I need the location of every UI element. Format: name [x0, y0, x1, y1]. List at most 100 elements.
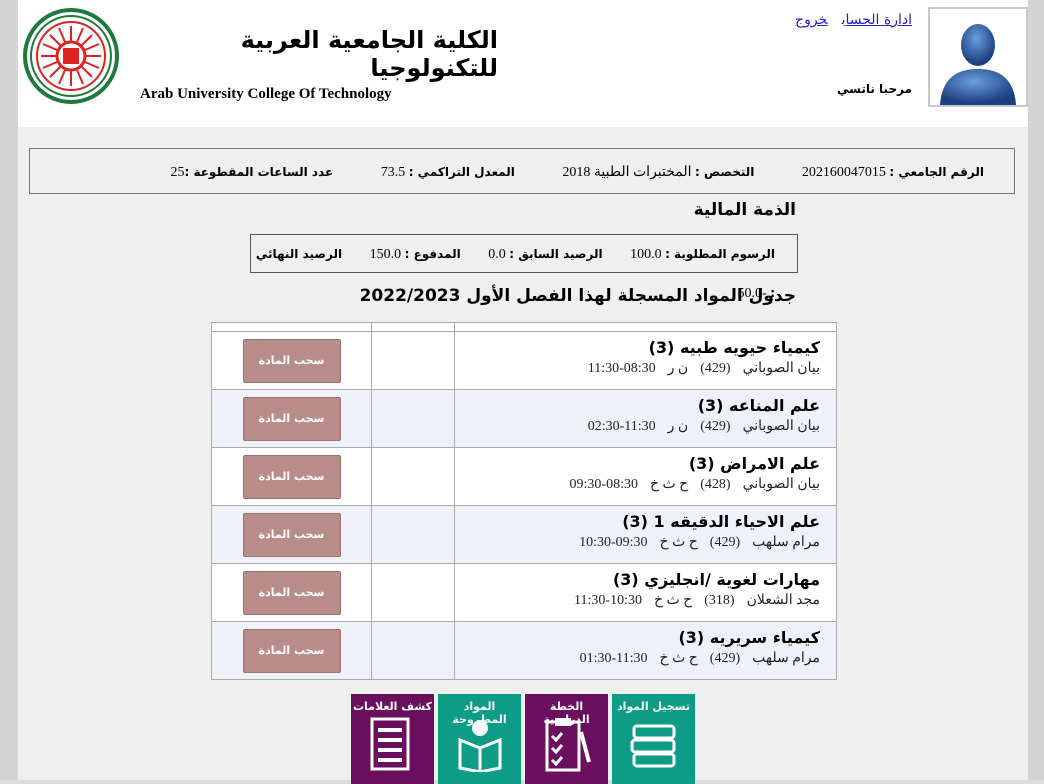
course-time: 11:30-01:30 — [579, 651, 648, 666]
course-days: ن ر — [667, 419, 689, 434]
drop-course-button[interactable]: سحب المادة — [242, 454, 341, 499]
course-info-cell: كيمياء حيويه طبيه (3) بيان الصوباني (429) ن… — [455, 332, 836, 389]
finance-box: الرسوم المطلوبة : 100.0 الرصيد السابق : … — [250, 234, 798, 301]
course-registration-tile[interactable]: تسجيل المواد — [612, 694, 695, 784]
avatar — [928, 7, 1028, 107]
tile-label: تسجيل المواد — [617, 700, 690, 713]
course-info-cell: كيمياء سريريه (3) مرام سلهب (429) ح ث خ 11:3… — [455, 622, 836, 679]
drop-course-button[interactable]: سحب المادة — [242, 512, 341, 557]
course-details: مرام سلهب (429) ح ث خ 09:30-10:30 — [455, 533, 820, 553]
window-frame-left — [0, 0, 18, 780]
course-room: (428) — [700, 477, 731, 492]
header: الكلية الجامعية العربية للتكنولوجيا Arab… — [18, 0, 1028, 127]
course-details: بيان الصوباني (429) ن ر 11:30-02:30 — [455, 417, 820, 437]
course-credits: (3) — [612, 570, 639, 589]
drop-course-button[interactable]: سحب المادة — [242, 628, 341, 673]
user-avatar-icon — [940, 24, 1016, 105]
course-details: بيان الصوباني (429) ن ر 08:30-11:30 — [455, 359, 820, 379]
course-credits: (3) — [697, 396, 724, 415]
course-info-cell: علم الامراض (3) بيان الصوباني (428) ح ث خ 08… — [455, 448, 836, 505]
tile-label: كشف العلامات — [353, 700, 432, 713]
study-plan-tile[interactable]: الخطة الدراسية — [525, 694, 608, 784]
course-name-line: علم المناعه (3) — [455, 395, 820, 417]
table-row: سحب المادة مهارات لغوية /انجليزي (3) مجد ا… — [212, 564, 836, 622]
fees-label: الرسوم المطلوبة : — [665, 247, 775, 261]
book-reader-icon — [458, 720, 502, 772]
manage-account-link[interactable]: ادارة الحساب — [842, 12, 912, 28]
table-row: سحب المادة علم المناعه (3) بيان الصوباني (4… — [212, 390, 836, 448]
course-name: مهارات لغوية /انجليزي — [644, 570, 820, 589]
drop-cell: سحب المادة — [212, 332, 372, 389]
books-stack-icon — [630, 724, 676, 768]
course-name: علم المناعه — [729, 396, 820, 415]
course-instructor: بيان الصوباني — [742, 361, 820, 376]
grades-report-tile[interactable]: كشف العلامات — [351, 694, 434, 784]
student-id-label: الرقم الجامعي : — [889, 165, 984, 179]
course-instructor: مرام سلهب — [752, 651, 820, 666]
course-time: 10:30-11:30 — [574, 593, 642, 608]
quick-tiles: كشف العلامات المواد المطروحة الخطة الدرا… — [351, 694, 695, 784]
empty-cell — [372, 390, 455, 447]
page: الكلية الجامعية العربية للتكنولوجيا Arab… — [18, 0, 1028, 784]
course-credits: (3) — [648, 338, 675, 357]
course-instructor: مجد الشعلان — [746, 593, 820, 608]
schedule-table: سحب المادة كيمياء حيويه طبيه (3) بيان الصو… — [211, 322, 837, 680]
drop-course-button[interactable]: سحب المادة — [242, 570, 341, 615]
course-name-line: علم الامراض (3) — [455, 453, 820, 475]
gpa-value: 73.5 — [380, 165, 406, 180]
course-time: 11:30-02:30 — [587, 419, 656, 434]
drop-course-button[interactable]: سحب المادة — [242, 396, 341, 441]
college-logo-icon — [22, 6, 120, 106]
course-days: ح ث خ — [659, 535, 698, 550]
table-row: سحب المادة كيمياء سريريه (3) مرام سلهب (429… — [212, 622, 836, 679]
welcome-text: مرحبا ناتسي — [837, 82, 912, 96]
offered-courses-tile[interactable]: المواد المطروحة — [438, 694, 521, 784]
logout-link[interactable]: خروج — [795, 12, 828, 28]
hours-label: عدد الساعات المقطوعة : — [184, 165, 334, 179]
course-name: علم الامراض — [720, 454, 820, 473]
empty-cell — [372, 506, 455, 563]
table-row: سحب المادة علم الامراض (3) بيان الصوباني (4… — [212, 448, 836, 506]
report-icon — [370, 717, 410, 771]
paid-label: المدفوع : — [404, 247, 461, 261]
course-name-line: مهارات لغوية /انجليزي (3) — [455, 569, 820, 591]
course-days: ح ث خ — [653, 593, 693, 608]
college-title-english: Arab University College Of Technology — [140, 86, 392, 102]
paid-value: 150.0 — [369, 247, 402, 262]
course-time: 09:30-10:30 — [579, 535, 648, 550]
major-value: المختبرات الطبية 2018 — [562, 165, 692, 180]
course-name-line: كيمياء حيويه طبيه (3) — [455, 337, 820, 359]
table-header — [212, 323, 836, 332]
course-credits: (3) — [622, 512, 648, 531]
drop-course-button[interactable]: سحب المادة — [242, 338, 341, 383]
course-info-cell: مهارات لغوية /انجليزي (3) مجد الشعلان (318… — [455, 564, 836, 621]
empty-cell — [372, 622, 455, 679]
table-row: سحب المادة علم الاحياء الدقيقه 1 (3) مرام … — [212, 506, 836, 564]
prev-balance-label: الرصيد السابق : — [509, 247, 603, 261]
course-room: (429) — [709, 651, 741, 666]
empty-cell — [372, 448, 455, 505]
window-frame-right — [1028, 0, 1044, 780]
course-instructor: بيان الصوباني — [742, 477, 820, 492]
course-name-line: علم الاحياء الدقيقه 1 (3) — [455, 511, 820, 533]
course-credits: (3) — [688, 454, 715, 473]
course-room: (429) — [700, 361, 731, 376]
empty-cell — [372, 564, 455, 621]
student-info-bar: الرقم الجامعي : 202160047015 التخصص : ال… — [29, 148, 1015, 194]
hours-value: 25 — [170, 165, 185, 180]
course-room: (318) — [704, 593, 735, 608]
course-days: ح ث خ — [659, 651, 698, 666]
drop-cell: سحب المادة — [212, 390, 372, 447]
prev-balance-value: 0.0 — [488, 247, 506, 262]
drop-cell: سحب المادة — [212, 448, 372, 505]
checklist-icon — [545, 718, 591, 772]
drop-cell: سحب المادة — [212, 506, 372, 563]
course-time: 08:30-11:30 — [587, 361, 656, 376]
course-days: ح ث خ — [649, 477, 689, 492]
drop-cell: سحب المادة — [212, 622, 372, 679]
course-instructor: مرام سلهب — [752, 535, 820, 550]
empty-cell — [372, 332, 455, 389]
course-details: مرام سلهب (429) ح ث خ 11:30-01:30 — [455, 649, 820, 669]
course-days: ن ر — [667, 361, 689, 376]
finance-title: الذمة المالية — [693, 200, 796, 220]
